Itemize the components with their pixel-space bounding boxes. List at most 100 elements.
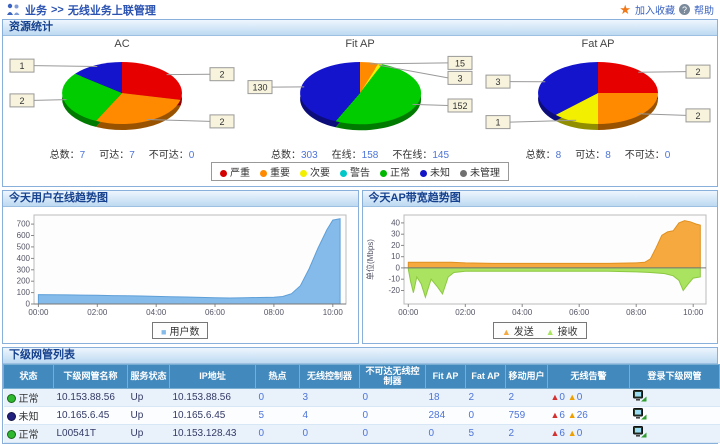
pie-stat: 可达：8: [575, 146, 611, 160]
svg-text:单位(Mbps): 单位(Mbps): [365, 239, 375, 280]
svg-text:06:00: 06:00: [569, 308, 590, 317]
pie-block-fitap: Fit AP 153152130 总数：303在线：158不在线：145: [241, 36, 479, 160]
resource-panel-title: 资源统计: [3, 20, 717, 36]
cell-fat-ap: 2: [466, 388, 506, 406]
pie-stat: 总数：7: [50, 146, 86, 160]
svg-text:40: 40: [391, 218, 400, 227]
table-header-row: 状态下级网管名称服务状态IP地址热点无线控制器不可达无线控制器Fit APFat…: [4, 365, 720, 389]
status-icon: [7, 412, 16, 421]
legend-dot-icon: [380, 170, 387, 177]
legend-item: 未知: [420, 164, 450, 179]
pie-block-fatap: Fat AP 2213 总数：8可达：8不可达：0: [479, 36, 717, 160]
cell-hotspot: 0: [256, 424, 300, 442]
column-header: 登录下级网管: [630, 365, 720, 389]
cell-wireless-alarms: ▲6 ▲0: [548, 424, 630, 442]
legend-item: 重要: [260, 164, 290, 179]
cell-unreachable-controllers: 0: [360, 388, 426, 406]
svg-text:700: 700: [17, 220, 31, 229]
chart-legend-item: ▲发送: [502, 323, 534, 338]
login-nms-icon[interactable]: [633, 408, 647, 423]
fitap-pie-chart: 153152130: [241, 51, 479, 143]
major-alarm-icon: ▲: [568, 410, 577, 420]
chart-legend-item: ■用户数: [161, 323, 199, 338]
cell-status: 正常: [4, 424, 54, 442]
svg-text:300: 300: [17, 265, 31, 274]
cell-wireless-controllers: 0: [300, 424, 360, 442]
cell-fit-ap: 18: [426, 388, 466, 406]
svg-text:04:00: 04:00: [512, 308, 533, 317]
cell-fit-ap: 0: [426, 424, 466, 442]
cell-fit-ap: 284: [426, 406, 466, 424]
svg-text:3: 3: [457, 73, 462, 83]
cell-unreachable-controllers: 0: [360, 424, 426, 442]
svg-text:0: 0: [395, 263, 400, 272]
cell-mobile-users: 759: [506, 406, 548, 424]
ap-trend-panel: 今天AP带宽趋势图 403020100-10-2000:0002:0004:00…: [362, 190, 719, 344]
status-icon: [7, 394, 16, 403]
pie-title-ac: AC: [3, 38, 241, 51]
svg-text:00:00: 00:00: [398, 308, 419, 317]
user-trend-panel: 今天用户在线趋势图 010020030040050060070000:0002:…: [2, 190, 359, 344]
breadcrumb-section-link[interactable]: 业务: [25, 2, 47, 18]
cell-ip-address: 10.153.128.43: [170, 424, 256, 442]
breadcrumb-separator: >>: [51, 4, 64, 16]
column-header: Fit AP: [426, 365, 466, 389]
legend-dot-icon: [300, 170, 307, 177]
pie-charts-row: AC 2221 总数：7可达：7不可达：0 Fit AP 153152130 总…: [3, 36, 717, 160]
cell-service-status: Up: [128, 424, 170, 442]
cell-wireless-controllers: 4: [300, 406, 360, 424]
chart-legend-item: ▲接收: [546, 323, 578, 338]
svg-text:2: 2: [695, 67, 700, 77]
fatap-pie-stats: 总数：8可达：8不可达：0: [479, 146, 717, 160]
login-nms-icon[interactable]: [633, 390, 647, 405]
svg-text:10: 10: [391, 252, 400, 261]
legend-item: 正常: [380, 164, 410, 179]
column-header: 下级网管名称: [54, 365, 128, 389]
add-favorite-link[interactable]: 加入收藏: [635, 2, 675, 17]
cell-hotspot: 0: [256, 388, 300, 406]
cell-fat-ap: 0: [466, 406, 506, 424]
svg-text:30: 30: [391, 230, 400, 239]
svg-text:-10: -10: [388, 275, 400, 284]
user-trend-legend: ■用户数: [152, 322, 208, 339]
cell-status: 正常: [4, 388, 54, 406]
svg-text:400: 400: [17, 254, 31, 263]
nms-table-panel: 下级网管列表 状态下级网管名称服务状态IP地址热点无线控制器不可达无线控制器Fi…: [2, 347, 718, 444]
svg-text:-20: -20: [388, 286, 400, 295]
user-trend-chart-wrap: 010020030040050060070000:0002:0004:0006:…: [3, 207, 358, 339]
help-link[interactable]: 帮助: [694, 2, 714, 17]
svg-text:2: 2: [19, 96, 24, 106]
column-header: 状态: [4, 365, 54, 389]
pie-title-fatap: Fat AP: [479, 38, 717, 51]
column-header: IP地址: [170, 365, 256, 389]
pie-stat: 不可达：0: [625, 146, 671, 160]
fatap-pie-chart: 2213: [479, 51, 717, 143]
legend-marker-icon: ▲: [502, 327, 511, 337]
svg-text:1: 1: [495, 118, 500, 128]
legend-item: 未管理: [460, 164, 500, 179]
critical-alarm-icon: ▲: [551, 428, 560, 438]
legend-dot-icon: [260, 170, 267, 177]
cell-mobile-users: 2: [506, 388, 548, 406]
svg-text:20: 20: [391, 241, 400, 250]
help-icon: ?: [679, 4, 690, 15]
svg-text:02:00: 02:00: [88, 308, 109, 317]
ac-pie-stats: 总数：7可达：7不可达：0: [3, 146, 241, 160]
resource-statistics-panel: 资源统计 AC 2221 总数：7可达：7不可达：0 Fit AP 153152…: [2, 19, 718, 187]
ap-trend-chart: 403020100-10-2000:0002:0004:0006:0008:00…: [364, 209, 716, 319]
svg-text:06:00: 06:00: [205, 308, 226, 317]
svg-text:10:00: 10:00: [323, 308, 344, 317]
column-header: 不可达无线控制器: [360, 365, 426, 389]
cell-nms-name: 10.165.6.45: [54, 406, 128, 424]
svg-text:2: 2: [219, 117, 224, 127]
ac-pie-chart: 2221: [3, 51, 241, 143]
major-alarm-icon: ▲: [568, 392, 577, 402]
svg-text:152: 152: [452, 101, 467, 111]
svg-text:2: 2: [219, 70, 224, 80]
legend-item: 次要: [300, 164, 330, 179]
fitap-pie-stats: 总数：303在线：158不在线：145: [241, 146, 479, 160]
svg-text:130: 130: [252, 83, 267, 93]
table-row: 正常10.153.88.56Up10.153.88.560301822▲0 ▲0: [4, 388, 720, 406]
cell-ip-address: 10.153.88.56: [170, 388, 256, 406]
legend-item: 警告: [340, 164, 370, 179]
